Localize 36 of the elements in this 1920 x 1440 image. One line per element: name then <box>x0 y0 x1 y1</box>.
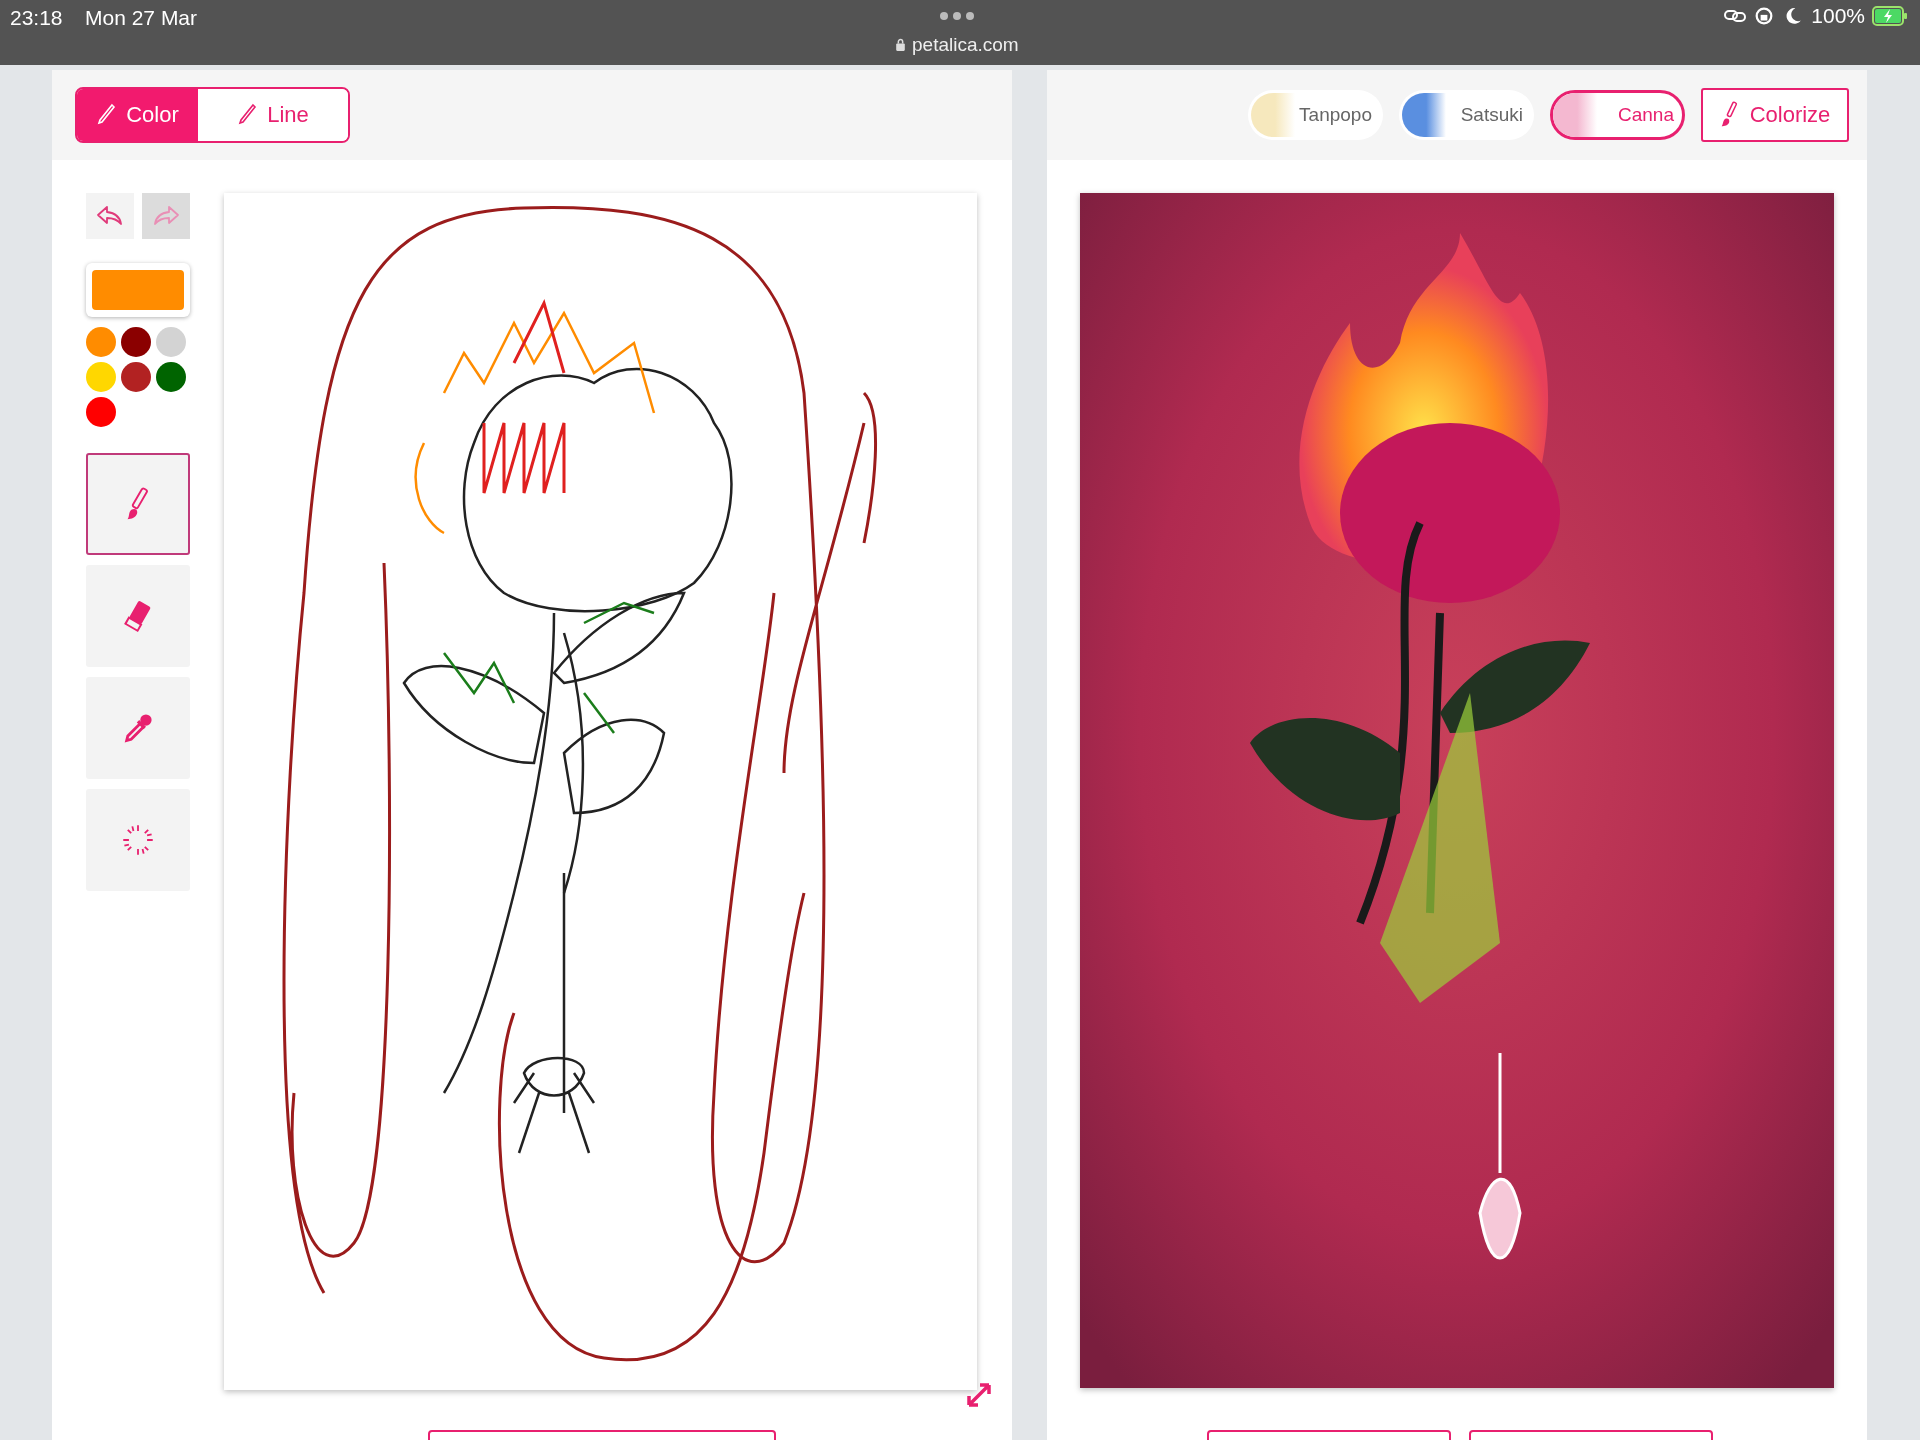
rose-sketch-canvas[interactable] <box>224 193 977 1390</box>
redo-arrow-icon <box>151 204 181 228</box>
date-text: Mon 27 Mar <box>85 6 198 30</box>
pen-icon <box>96 103 117 127</box>
resize-arrows-icon[interactable] <box>964 1380 994 1410</box>
battery-percent: 100% <box>1811 4 1865 28</box>
dropper-tool-button[interactable] <box>86 677 190 779</box>
palette-color-dot[interactable] <box>121 362 151 392</box>
palette-color-dot[interactable] <box>86 397 116 427</box>
current-color-swatch[interactable] <box>86 263 190 317</box>
undo-arrow-icon <box>95 204 125 228</box>
mode-tab[interactable]: Line <box>198 89 348 141</box>
style-thumbnail <box>1251 93 1295 137</box>
brush-icon <box>1719 101 1740 129</box>
brush-tool-button[interactable] <box>86 453 190 555</box>
address-url[interactable]: petalica.com <box>895 34 1019 56</box>
style-thumbnail <box>1553 93 1597 137</box>
clock-time: 23:18 <box>10 6 63 30</box>
lock-icon <box>895 38 906 52</box>
style-thumbnail <box>1402 93 1446 137</box>
palette-color-dot[interactable] <box>86 327 116 357</box>
more-dots-icon[interactable] <box>940 12 974 20</box>
palette-color-dot[interactable] <box>121 327 151 357</box>
colorize-button[interactable]: Colorize <box>1701 88 1849 142</box>
style-preset-button[interactable]: Tanpopo <box>1248 90 1383 140</box>
mode-tab[interactable]: Color <box>77 89 198 141</box>
style-preset-button[interactable]: Canna <box>1550 90 1685 140</box>
pen-icon <box>237 103 258 127</box>
palette-color-dot[interactable] <box>156 327 186 357</box>
style-preset-button[interactable]: Satsuki <box>1399 90 1534 140</box>
battery-charging-icon <box>1872 5 1908 27</box>
link-icon <box>1724 7 1747 25</box>
undo-button[interactable] <box>86 193 134 239</box>
palette-color-dot[interactable] <box>156 362 186 392</box>
eraser-tool-button[interactable] <box>86 565 190 667</box>
palette-color-dot[interactable] <box>86 362 116 392</box>
